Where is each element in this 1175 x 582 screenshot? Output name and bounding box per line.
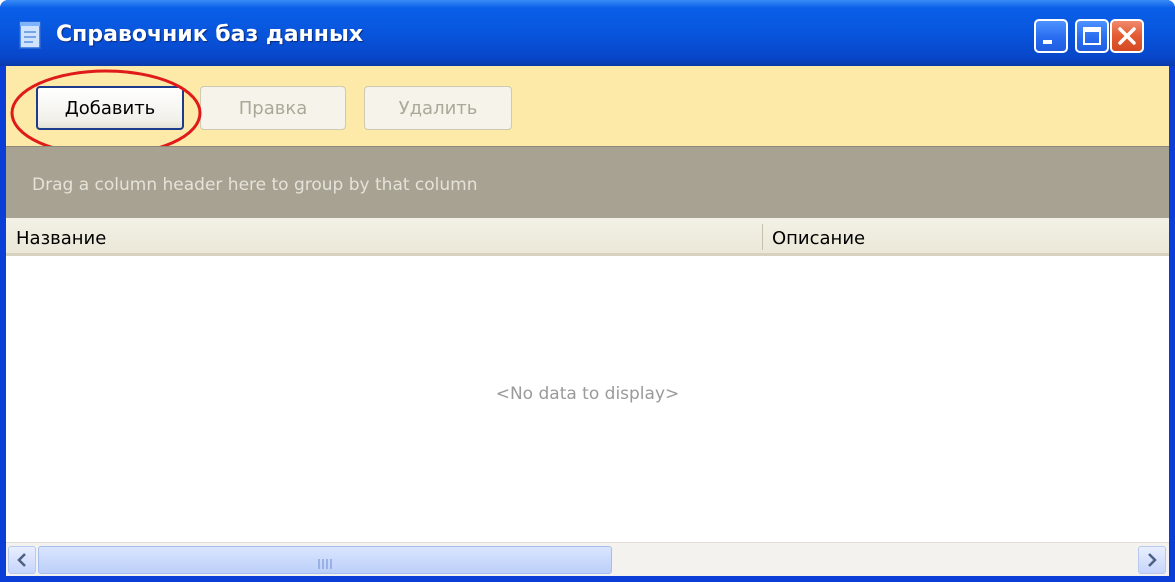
grip-icon [317, 555, 335, 569]
window-bottom-border [6, 576, 1169, 582]
add-button[interactable]: Добавить [36, 86, 184, 130]
scroll-thumb[interactable] [38, 546, 612, 574]
scroll-right-button[interactable] [1138, 546, 1166, 574]
close-button[interactable] [1110, 19, 1144, 53]
group-by-hint: Drag a column header here to group by th… [32, 175, 478, 195]
column-header-description[interactable]: Описание [772, 228, 865, 249]
edit-button[interactable]: Правка [200, 86, 346, 130]
window-client-area: Добавить Правка Удалить Drag a column he… [6, 66, 1169, 582]
maximize-button[interactable] [1075, 19, 1109, 53]
empty-grid-message: <No data to display> [495, 384, 680, 404]
app-window: Справочник баз данных Добавить Правка Уд… [0, 0, 1175, 582]
delete-button[interactable]: Удалить [364, 86, 512, 130]
title-bar[interactable]: Справочник баз данных [0, 0, 1175, 66]
minimize-button[interactable] [1034, 19, 1068, 53]
column-separator[interactable] [762, 224, 763, 250]
column-header-name[interactable]: Название [16, 228, 106, 249]
scroll-left-button[interactable] [8, 546, 36, 574]
window-title: Справочник баз данных [56, 22, 364, 47]
grid-header: Название Описание [6, 218, 1169, 256]
horizontal-scrollbar[interactable] [6, 542, 1169, 576]
group-by-panel[interactable]: Drag a column header here to group by th… [6, 146, 1169, 218]
grid-body[interactable]: <No data to display> [6, 256, 1169, 542]
document-icon [16, 20, 44, 50]
toolbar: Добавить Правка Удалить [6, 66, 1169, 157]
